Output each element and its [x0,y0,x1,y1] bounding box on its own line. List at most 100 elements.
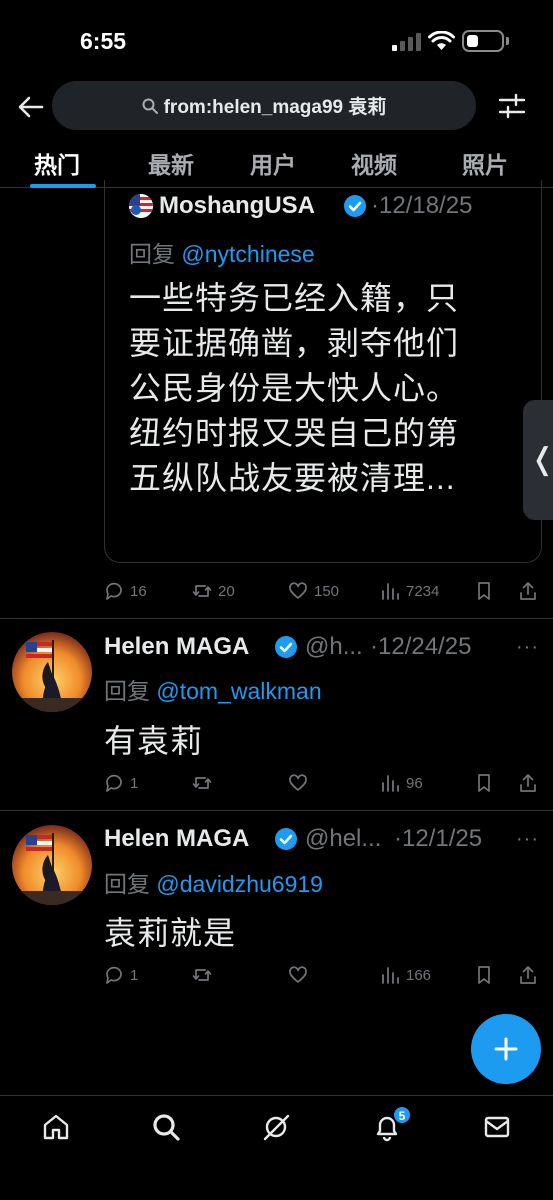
tweet-actions: 1 96 [104,770,544,796]
more-options-icon[interactable]: ··· [516,636,539,659]
reply-prefix: 回复 [104,871,157,897]
verified-badge-icon [344,195,366,217]
tweet-actions: 16 20 150 7234 [104,578,544,604]
divider [0,810,553,811]
chevron-left-icon: ❬ [530,443,553,476]
like-icon [289,774,307,791]
tweet-text: 袁莉就是 [104,915,237,951]
search-input[interactable]: from:helen_maga99 袁莉 [52,81,476,130]
reply-handle-link[interactable]: @tom_walkman [156,678,321,704]
bookmark-button[interactable] [474,770,500,796]
tweet-date: ·12/24/25 [370,633,472,660]
like-button[interactable]: 150 [288,578,339,604]
compose-plus-icon [494,1037,518,1061]
tweet-author-name[interactable]: Helen MAGA [104,633,249,661]
like-icon [289,582,307,599]
reply-button[interactable]: 1 [104,770,138,796]
tab-people[interactable]: 用户 [250,146,296,180]
tweet-handle[interactable]: @h... [305,633,363,661]
search-icon [142,98,158,114]
grok-icon[interactable] [261,1112,291,1142]
verified-badge-icon [275,636,297,658]
like-count: 150 [314,582,340,600]
bookmark-button[interactable] [474,962,500,988]
bookmark-icon [478,582,490,600]
bookmark-button[interactable] [474,578,500,604]
quoted-tweet-card[interactable]: MoshangUSA ·12/18/25 回复 @nytchinese 一些特务… [104,180,542,563]
more-options-icon[interactable]: ··· [516,828,539,851]
tweet-actions: 1 166 [104,962,544,988]
compose-button[interactable] [471,1014,541,1084]
tweet-handle[interactable]: @hel... [305,825,381,853]
retweet-icon [192,969,212,981]
quote-text: 一些特务已经入籍，只 要证据确凿，剥夺他们 公民身份是大快人心。 纽约时报又哭自… [129,276,529,501]
views-button[interactable]: 166 [380,962,431,988]
quote-text-line: 公民身份是大快人心。 [129,370,460,406]
active-tab-indicator [30,184,96,188]
reply-icon [106,774,122,792]
retweet-button[interactable] [192,770,218,796]
like-button[interactable] [288,770,314,796]
avatar[interactable] [12,632,92,712]
share-icon [520,966,536,984]
side-drawer-handle[interactable]: ❬ [523,400,553,520]
reply-button[interactable]: 1 [104,962,138,988]
views-button[interactable]: 96 [380,770,423,796]
reply-button[interactable]: 16 [104,578,147,604]
reply-prefix: 回复 [129,241,182,267]
search-query: from:helen_maga99 袁莉 [163,97,387,118]
back-arrow-icon[interactable] [16,92,46,122]
filter-sliders-icon[interactable] [498,92,526,120]
share-button[interactable] [518,578,544,604]
reply-icon [106,966,122,984]
status-time: 6:55 [80,28,127,54]
verified-badge-icon [275,828,297,850]
share-button[interactable] [518,770,544,796]
reply-icon [106,582,122,600]
tweet-author-name[interactable]: Helen MAGA [104,825,249,853]
battery-tip [506,37,509,45]
quote-author-name: MoshangUSA [159,192,315,219]
status-bar: 6:55 [0,0,553,80]
like-icon [289,966,307,983]
share-icon [520,774,536,792]
views-button[interactable]: 7234 [380,578,439,604]
tweet-date: ·12/1/25 [394,825,483,852]
quote-reply-to: 回复 @nytchinese [129,235,315,269]
home-icon[interactable] [41,1112,71,1142]
avatar [129,194,153,218]
avatar[interactable] [12,825,92,905]
cellular-signal-icon [392,33,421,51]
quote-text-line: 要证据确凿，剥夺他们 [129,325,460,361]
profile-art-icon [12,825,92,905]
retweet-button[interactable] [192,962,218,988]
tab-top[interactable]: 热门 [34,146,80,180]
reply-handle-link[interactable]: @nytchinese [181,241,314,267]
tab-videos[interactable]: 视频 [351,146,397,180]
retweet-icon [192,777,212,789]
views-icon [382,775,399,792]
reply-handle-link[interactable]: @davidzhu6919 [156,871,323,897]
reply-prefix: 回复 [104,678,157,704]
view-count: 96 [406,774,423,792]
like-button[interactable] [288,962,314,988]
search-icon[interactable] [151,1112,181,1142]
views-icon [382,583,399,600]
tab-photos[interactable]: 照片 [462,146,508,180]
bottom-navigation: 5 [0,1095,553,1200]
retweet-count: 20 [218,582,235,600]
retweet-button[interactable]: 20 [192,578,235,604]
view-count: 166 [406,966,432,984]
reply-count: 1 [130,966,139,984]
profile-art-icon [12,632,92,712]
bookmark-icon [478,966,490,984]
tab-latest[interactable]: 最新 [148,146,194,180]
share-button[interactable] [518,962,544,988]
wifi-icon [428,31,455,50]
reply-count: 1 [130,774,139,792]
views-icon [382,967,399,984]
quote-text-line: 五纵队战友要被清理... [129,460,456,496]
retweet-icon [192,585,212,597]
mail-icon[interactable] [482,1112,512,1142]
tweet-reply-to: 回复 @tom_walkman [104,672,322,706]
